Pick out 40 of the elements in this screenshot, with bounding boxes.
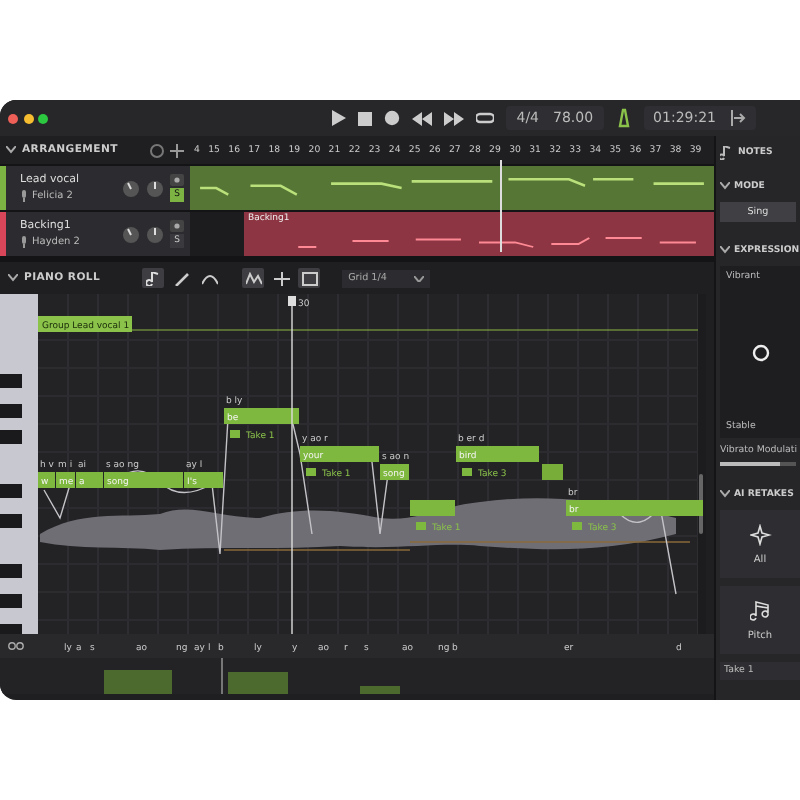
knob-icon[interactable] bbox=[122, 225, 140, 243]
close-window-icon[interactable] bbox=[8, 113, 18, 123]
knob-icon[interactable] bbox=[146, 179, 164, 197]
music-notes-icon bbox=[749, 599, 771, 621]
knob-icon[interactable] bbox=[122, 179, 140, 197]
audio-region[interactable] bbox=[190, 166, 714, 210]
pad-handle[interactable] bbox=[751, 343, 769, 361]
loop-icon[interactable] bbox=[476, 110, 495, 126]
collapse-icon[interactable] bbox=[720, 246, 730, 254]
settings-icon[interactable] bbox=[150, 143, 164, 157]
knob-icon[interactable] bbox=[146, 225, 164, 243]
glasses-icon[interactable] bbox=[8, 642, 24, 650]
minimize-window-icon[interactable] bbox=[23, 113, 33, 123]
zoom-window-icon[interactable] bbox=[38, 113, 48, 123]
piano-keys-drawing[interactable] bbox=[0, 294, 38, 634]
add-icon[interactable] bbox=[170, 143, 184, 157]
sparkle-icon bbox=[749, 523, 771, 545]
collapse-icon[interactable] bbox=[720, 490, 730, 498]
caret-icon bbox=[414, 275, 425, 281]
music-note-icon bbox=[720, 145, 732, 159]
tool-button[interactable] bbox=[298, 268, 321, 288]
collapse-icon[interactable] bbox=[6, 146, 16, 154]
fast-forward-icon[interactable] bbox=[444, 111, 465, 125]
mute-icon[interactable] bbox=[170, 174, 184, 186]
mute-icon[interactable] bbox=[170, 220, 184, 232]
tool-button[interactable] bbox=[242, 268, 265, 288]
collapse-icon[interactable] bbox=[8, 274, 18, 282]
tool-button[interactable] bbox=[170, 268, 193, 288]
tool-button[interactable] bbox=[142, 268, 165, 288]
microphone-icon bbox=[20, 236, 28, 248]
metronome-icon[interactable] bbox=[615, 108, 632, 128]
export-icon[interactable] bbox=[730, 110, 746, 126]
tool-button[interactable] bbox=[270, 268, 293, 288]
stop-icon[interactable] bbox=[358, 111, 373, 125]
play-icon[interactable] bbox=[330, 110, 347, 126]
record-icon[interactable] bbox=[384, 110, 401, 126]
rewind-icon[interactable] bbox=[412, 111, 433, 125]
collapse-icon[interactable] bbox=[720, 182, 730, 190]
microphone-icon bbox=[20, 190, 28, 202]
playhead[interactable] bbox=[288, 296, 296, 634]
